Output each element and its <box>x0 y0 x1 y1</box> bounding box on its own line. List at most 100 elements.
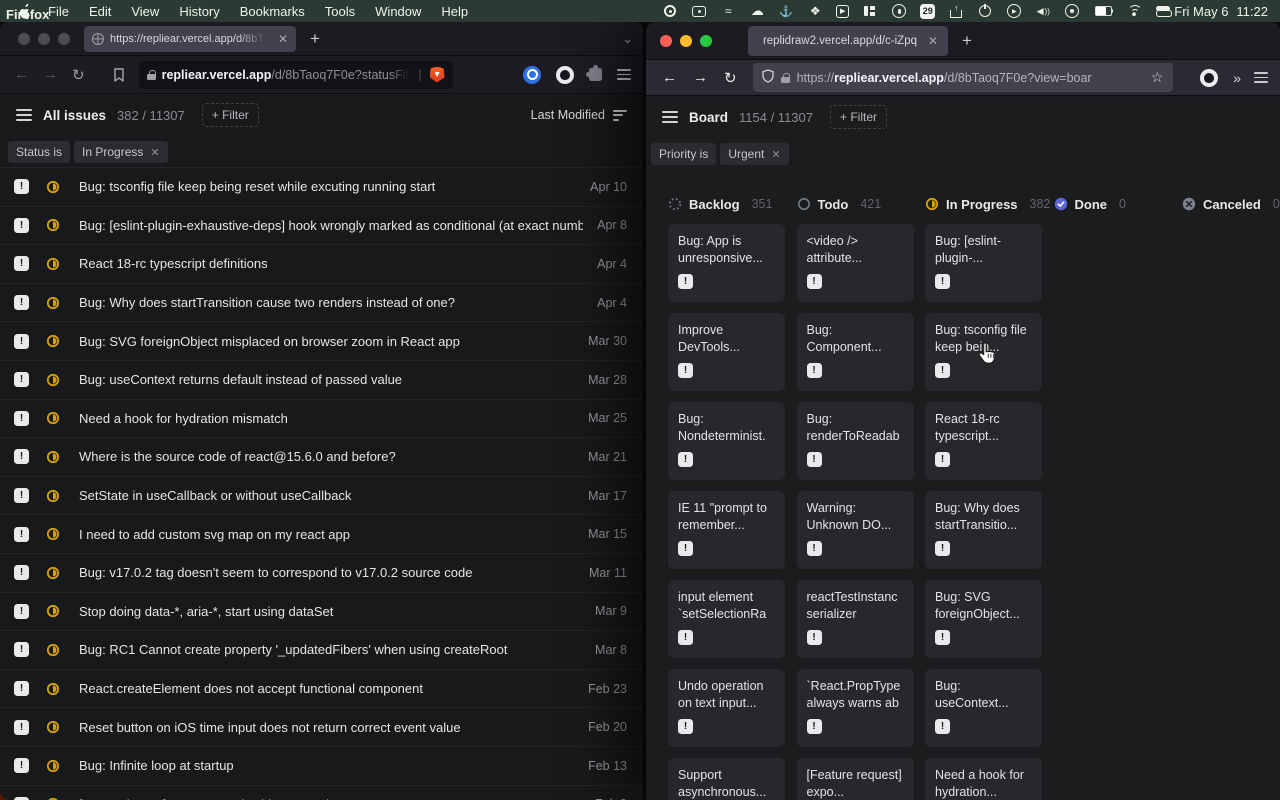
priority-urgent-icon[interactable] <box>678 274 693 289</box>
github-extension-icon[interactable] <box>556 66 574 84</box>
issue-row[interactable]: React 18-rc typescript definitions Apr 4 <box>0 244 643 283</box>
reload-button[interactable]: ↻ <box>72 66 85 84</box>
brave-shield-icon[interactable] <box>430 67 445 83</box>
board-card[interactable]: Bug: SVG foreignObject... <box>925 580 1042 658</box>
priority-urgent-icon[interactable] <box>14 720 29 735</box>
priority-urgent-icon[interactable] <box>807 719 822 734</box>
bookmark-icon[interactable] <box>113 68 125 82</box>
tracking-shield-icon[interactable] <box>762 69 774 86</box>
reload-button[interactable]: ↻ <box>724 69 737 87</box>
forward-button[interactable]: → <box>693 69 708 86</box>
overflow-chevrons-icon[interactable]: » <box>1233 70 1239 86</box>
screen-record-icon[interactable] <box>691 3 707 19</box>
status-in-progress-icon[interactable] <box>46 720 60 734</box>
status-in-progress-icon[interactable] <box>46 180 60 194</box>
sidebar-menu-icon[interactable] <box>662 111 678 123</box>
priority-urgent-icon[interactable] <box>678 719 693 734</box>
add-filter-button[interactable]: + Filter <box>202 103 259 127</box>
issue-row[interactable]: Bug: v17.0.2 tag doesn't seem to corresp… <box>0 553 643 592</box>
priority-urgent-icon[interactable] <box>14 488 29 503</box>
status-in-progress-icon[interactable] <box>46 566 60 580</box>
sidebar-menu-icon[interactable] <box>16 109 32 121</box>
status-in-progress-icon[interactable] <box>46 643 60 657</box>
priority-urgent-icon[interactable] <box>678 363 693 378</box>
sort-icon[interactable] <box>613 107 627 123</box>
forward-button[interactable]: → <box>43 66 58 83</box>
browser-tab[interactable]: https://repliear.vercel.app/d/8bT ✕ <box>84 26 296 52</box>
one-password-icon[interactable] <box>891 3 907 19</box>
filter-chip[interactable]: Urgent ✕ <box>720 143 788 165</box>
priority-urgent-icon[interactable] <box>678 541 693 556</box>
board-card[interactable]: Need a hook for hydration... <box>925 758 1042 800</box>
board-card[interactable]: <video /> attribute... <box>797 224 914 302</box>
minimize-window-button[interactable] <box>38 33 50 45</box>
priority-urgent-icon[interactable] <box>14 411 29 426</box>
board-card[interactable]: Bug: Why does startTransitio... <box>925 491 1042 569</box>
window-layout-icon[interactable] <box>862 3 878 19</box>
status-in-progress-icon[interactable] <box>46 257 60 271</box>
address-bar[interactable]: https://repliear.vercel.app/d/8bTaoq7F0e… <box>753 63 1173 92</box>
new-tab-button[interactable]: + <box>310 29 320 49</box>
priority-urgent-icon[interactable] <box>807 541 822 556</box>
issue-row[interactable]: Bug: useContext returns default instead … <box>0 360 643 399</box>
priority-urgent-icon[interactable] <box>807 630 822 645</box>
priority-urgent-icon[interactable] <box>14 218 29 233</box>
board-card[interactable]: Bug: Component... <box>797 313 914 391</box>
issue-row[interactable]: I need to add custom svg map on my react… <box>0 514 643 553</box>
issue-row[interactable]: SetState in useCallback or without useCa… <box>0 476 643 515</box>
priority-urgent-icon[interactable] <box>678 630 693 645</box>
status-in-progress-icon[interactable] <box>46 218 60 232</box>
board-card[interactable]: reactTestInstanc serializer <box>797 580 914 658</box>
close-window-button[interactable] <box>18 33 30 45</box>
tab-close-icon[interactable]: ✕ <box>928 34 938 48</box>
status-in-progress-icon[interactable] <box>46 450 60 464</box>
siri-icon[interactable] <box>1064 3 1080 19</box>
browser-tab[interactable]: replidraw2.vercel.app/d/c-iZpq ✕ <box>748 26 948 56</box>
board-card[interactable]: IE 11 "prompt to remember... <box>668 491 785 569</box>
issue-row[interactable]: Bug: RC1 Cannot create property '_update… <box>0 630 643 669</box>
board-card[interactable]: Bug: [eslint-plugin-... <box>925 224 1042 302</box>
status-in-progress-icon[interactable] <box>46 527 60 541</box>
one-password-extension-icon[interactable] <box>523 66 541 84</box>
priority-urgent-icon[interactable] <box>807 452 822 467</box>
board-card[interactable]: Warning: Unknown DO... <box>797 491 914 569</box>
board-card[interactable]: `React.PropType always warns ab <box>797 669 914 747</box>
priority-urgent-icon[interactable] <box>678 452 693 467</box>
issue-row[interactable]: Stop doing data-*, aria-*, start using d… <box>0 592 643 631</box>
priority-urgent-icon[interactable] <box>14 449 29 464</box>
board-card[interactable]: React 18-rc typescript... <box>925 402 1042 480</box>
zoom-window-button[interactable] <box>700 35 712 47</box>
issue-row[interactable]: [DevTools Bug] Unsupported Bridge operat… <box>0 785 643 800</box>
priority-urgent-icon[interactable] <box>935 363 950 378</box>
board-card[interactable]: Bug: useContext... <box>925 669 1042 747</box>
address-bar[interactable]: repliear.vercel.app/d/8bTaoq7F0e?statusF… <box>139 61 453 89</box>
priority-urgent-icon[interactable] <box>935 452 950 467</box>
priority-urgent-icon[interactable] <box>14 642 29 657</box>
board-card[interactable]: Bug: tsconfig file keep bein... <box>925 313 1042 391</box>
browser-menu-icon[interactable] <box>1254 72 1268 83</box>
priority-urgent-icon[interactable] <box>14 179 29 194</box>
filter-chip[interactable]: In Progress ✕ <box>74 141 168 163</box>
status-in-progress-icon[interactable] <box>46 411 60 425</box>
tab-list-chevron-icon[interactable]: ⌄ <box>622 31 633 47</box>
board-card[interactable]: Bug: App is unresponsive... <box>668 224 785 302</box>
board-card[interactable]: Support asynchronous... <box>668 758 785 800</box>
add-filter-button[interactable]: + Filter <box>830 105 887 129</box>
status-in-progress-icon[interactable] <box>46 296 60 310</box>
tab-close-icon[interactable]: ✕ <box>278 32 288 46</box>
share-icon[interactable] <box>948 3 964 19</box>
priority-urgent-icon[interactable] <box>14 527 29 542</box>
extensions-puzzle-icon[interactable] <box>589 68 602 81</box>
issue-row[interactable]: Need a hook for hydration mismatch Mar 2… <box>0 399 643 438</box>
remove-filter-icon[interactable]: ✕ <box>150 146 159 159</box>
priority-urgent-icon[interactable] <box>14 604 29 619</box>
wifi-icon[interactable] <box>1126 3 1142 19</box>
menu-app-name[interactable]: Firefox <box>0 7 1280 22</box>
issue-row[interactable]: Bug: SVG foreignObject misplaced on brow… <box>0 321 643 360</box>
back-button[interactable]: ← <box>662 69 677 86</box>
priority-urgent-icon[interactable] <box>807 363 822 378</box>
play-square-icon[interactable]: ▶ <box>836 5 849 18</box>
priority-urgent-icon[interactable] <box>14 565 29 580</box>
power-icon[interactable] <box>977 3 993 19</box>
new-tab-button[interactable]: + <box>962 31 972 51</box>
